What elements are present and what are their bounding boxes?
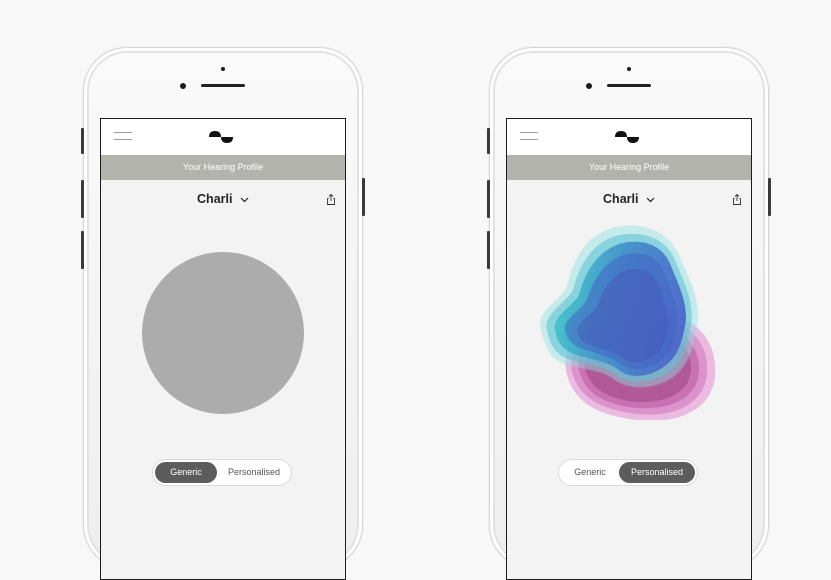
profile-mode-toggle: Generic Personalised: [558, 459, 698, 486]
profile-selector[interactable]: Charli: [101, 192, 345, 206]
profile-header: Charli: [507, 180, 751, 220]
mute-switch: [487, 128, 490, 154]
profile-selector[interactable]: Charli: [507, 192, 751, 206]
toggle-personalised[interactable]: Personalised: [219, 462, 289, 483]
share-icon[interactable]: [733, 194, 741, 205]
chevron-down-icon: [240, 197, 249, 203]
earpiece-speaker: [607, 84, 651, 87]
page-title-banner: Your Hearing Profile: [507, 155, 751, 180]
profile-mode-toggle: Generic Personalised: [152, 459, 292, 486]
front-camera: [627, 67, 631, 71]
power-button: [768, 178, 771, 216]
generic-profile-circle: [142, 252, 304, 414]
toggle-generic[interactable]: Generic: [561, 462, 619, 483]
app-navbar: [101, 119, 345, 155]
phone-personalised: Your Hearing Profile Charli Generic Pers…: [487, 47, 771, 580]
brand-logo-icon: [209, 131, 233, 143]
earpiece-speaker: [201, 84, 245, 87]
front-camera: [221, 67, 225, 71]
chevron-down-icon: [646, 197, 655, 203]
app-navbar: [507, 119, 751, 155]
profile-header: Charli: [101, 180, 345, 220]
volume-down-button: [81, 231, 84, 269]
hamburger-menu-icon[interactable]: [520, 132, 538, 141]
toggle-personalised[interactable]: Personalised: [619, 462, 695, 483]
proximity-sensor: [180, 83, 186, 89]
brand-logo-icon: [615, 131, 639, 143]
personalised-profile-blob: [540, 225, 716, 420]
hearing-profile-graphic: [142, 252, 304, 414]
toggle-generic[interactable]: Generic: [155, 462, 217, 483]
proximity-sensor: [586, 83, 592, 89]
power-button: [362, 178, 365, 216]
mute-switch: [81, 128, 84, 154]
app-screen: Your Hearing Profile Charli Generic Pers…: [506, 118, 752, 580]
app-screen: Your Hearing Profile Charli Generic Pers…: [100, 118, 346, 580]
phone-generic: Your Hearing Profile Charli Generic Pers…: [81, 47, 365, 580]
hamburger-menu-icon[interactable]: [114, 132, 132, 141]
share-icon[interactable]: [327, 194, 335, 205]
volume-down-button: [487, 231, 490, 269]
volume-up-button: [81, 180, 84, 218]
hearing-profile-graphic: [540, 225, 716, 420]
volume-up-button: [487, 180, 490, 218]
page-title-banner: Your Hearing Profile: [101, 155, 345, 180]
profile-name: Charli: [603, 192, 639, 206]
profile-name: Charli: [197, 192, 233, 206]
